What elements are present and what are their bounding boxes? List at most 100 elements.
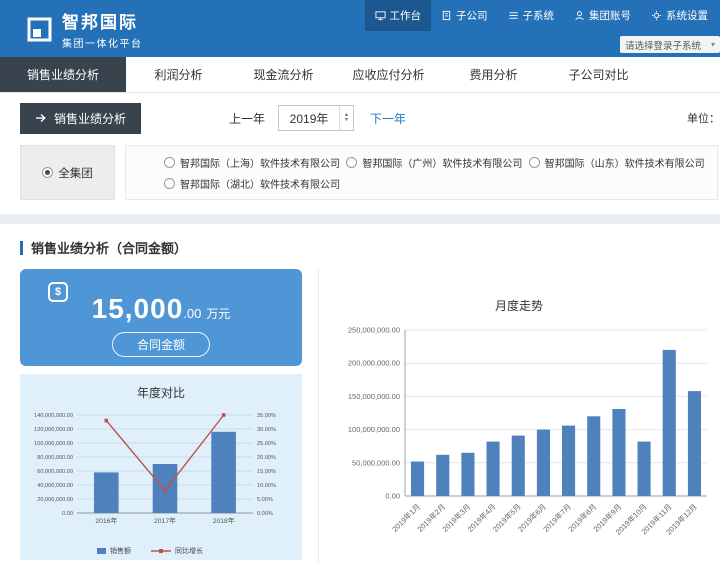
svg-text:2016年: 2016年 — [95, 516, 117, 525]
monthly-chart-title: 月度走势 — [323, 297, 715, 314]
svg-text:25.00%: 25.00% — [257, 441, 276, 447]
main-panel: 销售业绩分析（合同金额） $ 15,000.00 万元 合同金额 年度对比 0.0… — [0, 224, 720, 563]
app-logo-icon — [26, 16, 53, 43]
nav-item-settings[interactable]: 系统设置 — [641, 0, 718, 31]
nav-item-workbench[interactable]: 工作台 — [365, 0, 432, 31]
gear-icon — [651, 10, 662, 21]
filter-group-all[interactable]: 全集团 — [20, 145, 115, 200]
svg-text:200,000,000.00: 200,000,000.00 — [348, 359, 400, 368]
company-label: 智邦国际（广州）软件技术有限公司 — [362, 155, 522, 170]
brand-title: 智邦国际 — [62, 8, 143, 33]
monthly-trend-chart: 0.00 50,000,000.00 100,000,000.00 150,000,0… — [323, 318, 715, 563]
svg-text:0.00%: 0.00% — [257, 511, 273, 517]
nav-item-subsidiary[interactable]: 子公司 — [431, 0, 498, 31]
svg-text:2017年: 2017年 — [154, 516, 176, 525]
yearly-comparison-chart: 0.00 20,000,000.00 40,000,000.00 60,000,000… — [29, 401, 293, 563]
radio-company[interactable] — [164, 178, 175, 189]
nav-label: 工作台 — [390, 8, 422, 23]
svg-text:50,000,000.00: 50,000,000.00 — [352, 458, 400, 467]
svg-text:20.00%: 20.00% — [257, 455, 276, 461]
tab-cashflow[interactable]: 现金流分析 — [231, 57, 336, 92]
currency-icon: $ — [48, 282, 68, 302]
svg-text:2018年: 2018年 — [213, 516, 235, 525]
left-column: $ 15,000.00 万元 合同金额 年度对比 0.00 20,000,000.0… — [20, 269, 302, 563]
content-grid: $ 15,000.00 万元 合同金额 年度对比 0.00 20,000,000.0… — [20, 269, 712, 563]
brand: 智邦国际 集团一体化平台 — [26, 8, 143, 50]
filter-company-guangzhou[interactable]: 智邦国际（广州）软件技术有限公司 — [346, 155, 528, 170]
tab-sales-performance[interactable]: 销售业绩分析 — [0, 57, 126, 92]
company-icon — [441, 10, 452, 21]
svg-text:20,000,000.00: 20,000,000.00 — [37, 497, 73, 503]
arrow-right-icon — [35, 113, 47, 123]
tab-expense[interactable]: 费用分析 — [441, 57, 546, 92]
svg-text:250,000,000.00: 250,000,000.00 — [348, 326, 400, 335]
section-head: 销售业绩分析（合同金额） — [20, 238, 712, 257]
nav-label: 子公司 — [456, 8, 488, 23]
yearly-chart-title: 年度对比 — [20, 384, 302, 401]
svg-text:120,000,000.00: 120,000,000.00 — [34, 427, 73, 433]
controls-row: 销售业绩分析 上一年 2019年 ▲ ▼ 下一年 单位： — [0, 93, 720, 143]
svg-text:60,000,000.00: 60,000,000.00 — [37, 469, 73, 475]
contract-amount-button[interactable]: 合同金额 — [112, 332, 210, 357]
company-label: 智邦国际（湖北）软件技术有限公司 — [180, 176, 340, 191]
unit-label: 单位： — [687, 110, 720, 126]
filter-row: 全集团 智邦国际（上海）软件技术有限公司 智邦国际（广州）软件技术有限公司 智邦… — [0, 143, 720, 214]
radio-company[interactable] — [529, 157, 540, 168]
radio-company[interactable] — [164, 157, 175, 168]
svg-text:0.00: 0.00 — [385, 492, 400, 501]
tab-subsidiary-compare[interactable]: 子公司对比 — [546, 57, 651, 92]
analysis-tabbar: 销售业绩分析 利润分析 现金流分析 应收应付分析 费用分析 子公司对比 — [0, 57, 720, 93]
nav-label: 子系统 — [523, 8, 555, 23]
group-all-label: 全集团 — [58, 165, 93, 181]
spinner-down-icon[interactable]: ▼ — [344, 118, 349, 123]
kpi-unit: 万元 — [206, 307, 230, 321]
yearly-comparison-card: 年度对比 0.00 20,000,000.00 40,000,000.00 60,00… — [20, 374, 302, 560]
kpi-value-decimal: .00 — [183, 306, 201, 321]
year-select-value: 2019年 — [279, 110, 339, 127]
company-label: 智邦国际（上海）软件技术有限公司 — [180, 155, 340, 170]
app-header: 智邦国际 集团一体化平台 工作台 子公司 子系统 集团账号 — [0, 0, 720, 57]
nav-item-group-account[interactable]: 集团账号 — [564, 0, 641, 31]
svg-text:40,000,000.00: 40,000,000.00 — [37, 483, 73, 489]
subsystem-select[interactable]: 请选择登录子系统 ▾ — [620, 36, 720, 53]
chevron-down-icon: ▾ — [711, 40, 715, 49]
svg-text:30.00%: 30.00% — [257, 427, 276, 433]
radio-company[interactable] — [346, 157, 357, 168]
subsystem-select-value: 请选择登录子系统 — [625, 38, 701, 52]
filter-company-shanghai[interactable]: 智邦国际（上海）软件技术有限公司 — [164, 155, 346, 170]
list-icon — [508, 10, 519, 21]
filter-company-hubei[interactable]: 智邦国际（湖北）软件技术有限公司 — [164, 176, 346, 191]
next-year-button[interactable]: 下一年 — [370, 110, 406, 127]
tab-profit[interactable]: 利润分析 — [126, 57, 231, 92]
nav-item-subsystem[interactable]: 子系统 — [498, 0, 565, 31]
contract-amount-kpi-card: $ 15,000.00 万元 合同金额 — [20, 269, 302, 366]
svg-text:10.00%: 10.00% — [257, 483, 276, 489]
top-nav: 工作台 子公司 子系统 集团账号 系统设置 — [365, 0, 719, 31]
svg-text:同比增长: 同比增长 — [175, 546, 203, 555]
nav-label: 集团账号 — [589, 8, 631, 23]
svg-text:150,000,000.00: 150,000,000.00 — [348, 392, 400, 401]
tab-receivables-payables[interactable]: 应收应付分析 — [336, 57, 441, 92]
kpi-value-main: 15,000 — [92, 293, 184, 324]
svg-text:销售额: 销售额 — [110, 546, 131, 555]
radio-group-all[interactable] — [42, 167, 53, 178]
year-select[interactable]: 2019年 ▲ ▼ — [278, 105, 354, 131]
year-spinner[interactable]: ▲ ▼ — [339, 106, 353, 130]
nav-label: 系统设置 — [666, 8, 708, 23]
svg-text:80,000,000.00: 80,000,000.00 — [37, 455, 73, 461]
svg-text:15.00%: 15.00% — [257, 469, 276, 475]
brand-subtitle: 集团一体化平台 — [62, 35, 143, 50]
brand-text: 智邦国际 集团一体化平台 — [62, 8, 143, 50]
company-label: 智邦国际（山东）软件技术有限公司 — [545, 155, 705, 170]
accent-bar — [20, 241, 23, 255]
svg-text:0.00: 0.00 — [62, 511, 73, 517]
svg-text:5.00%: 5.00% — [257, 497, 273, 503]
svg-text:100,000,000.00: 100,000,000.00 — [348, 425, 400, 434]
filter-company-shandong[interactable]: 智邦国际（山东）软件技术有限公司 — [529, 155, 711, 170]
section-badge-label: 销售业绩分析 — [54, 110, 126, 127]
prev-year-button[interactable]: 上一年 — [229, 110, 265, 127]
svg-text:35.00%: 35.00% — [257, 413, 276, 419]
section-badge: 销售业绩分析 — [20, 103, 141, 134]
svg-text:140,000,000.00: 140,000,000.00 — [34, 413, 73, 419]
section-title: 销售业绩分析（合同金额） — [31, 238, 187, 257]
